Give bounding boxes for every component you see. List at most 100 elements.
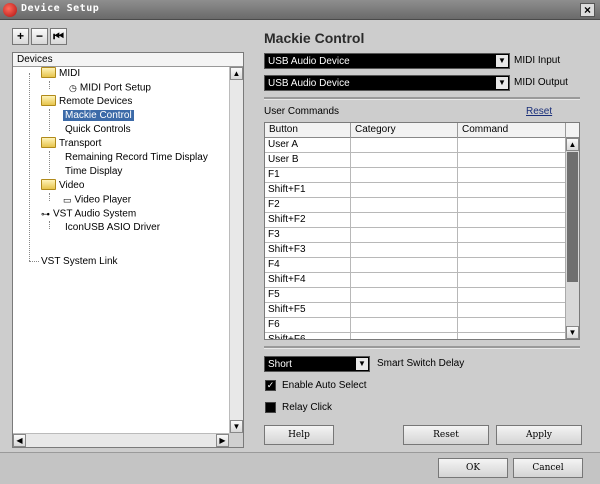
- table-row[interactable]: Shift+F3: [265, 243, 566, 258]
- panel-title: Mackie Control: [264, 30, 365, 46]
- category-cell[interactable]: [351, 318, 458, 333]
- command-cell[interactable]: [458, 288, 566, 303]
- table-row[interactable]: F4: [265, 258, 566, 273]
- tree-item-midi-port-setup[interactable]: ◷ MIDI Port Setup: [69, 81, 151, 95]
- button-cell: User A: [265, 138, 351, 153]
- remove-device-button[interactable]: −: [31, 28, 48, 45]
- table-vertical-scrollbar[interactable]: ▲ ▼: [565, 138, 579, 339]
- relay-click-checkbox[interactable]: [265, 402, 276, 413]
- reset-button[interactable]: Reset: [403, 425, 489, 445]
- table-row[interactable]: F6: [265, 318, 566, 333]
- midi-output-select[interactable]: USB Audio Device ▼: [264, 75, 510, 91]
- chevron-down-icon: ▼: [496, 77, 508, 89]
- ok-button[interactable]: OK: [438, 458, 508, 478]
- folder-icon: [41, 94, 56, 106]
- separator: [264, 346, 580, 349]
- table-row[interactable]: Shift+F5: [265, 303, 566, 318]
- command-cell[interactable]: [458, 213, 566, 228]
- user-commands-table: Button Category Command User A User B F1 Sh…: [264, 122, 580, 340]
- command-cell[interactable]: [458, 168, 566, 183]
- category-cell[interactable]: [351, 258, 458, 273]
- table-row[interactable]: User A: [265, 138, 566, 153]
- scroll-down-icon[interactable]: ▼: [566, 326, 579, 339]
- table-row[interactable]: F2: [265, 198, 566, 213]
- tree-item-time-display[interactable]: Time Display: [65, 165, 122, 179]
- tree-horizontal-scrollbar[interactable]: ◀ ▶: [13, 433, 229, 447]
- command-cell[interactable]: [458, 198, 566, 213]
- command-cell[interactable]: [458, 183, 566, 198]
- scroll-left-icon[interactable]: ◀: [13, 434, 26, 447]
- table-row[interactable]: Shift+F4: [265, 273, 566, 288]
- command-cell[interactable]: [458, 258, 566, 273]
- tree-item-vst-audio-system[interactable]: ⊶ VST Audio System: [41, 207, 136, 221]
- table-row[interactable]: Shift+F1: [265, 183, 566, 198]
- category-cell[interactable]: [351, 243, 458, 258]
- cancel-button[interactable]: Cancel: [513, 458, 583, 478]
- folder-icon: [41, 136, 56, 148]
- command-cell[interactable]: [458, 333, 566, 339]
- category-cell[interactable]: [351, 153, 458, 168]
- tree-item-remaining-record-time[interactable]: Remaining Record Time Display: [65, 151, 208, 165]
- category-cell[interactable]: [351, 333, 458, 339]
- column-header-category[interactable]: Category: [351, 123, 458, 138]
- tree-item-iconusb-asio-driver[interactable]: IconUSB ASIO Driver: [65, 221, 160, 235]
- category-cell[interactable]: [351, 168, 458, 183]
- table-row[interactable]: F5: [265, 288, 566, 303]
- smart-switch-delay-select[interactable]: Short ▼: [264, 356, 370, 372]
- reset-link[interactable]: Reset: [526, 106, 552, 117]
- category-cell[interactable]: [351, 303, 458, 318]
- table-row[interactable]: Shift+F2: [265, 213, 566, 228]
- button-cell: Shift+F4: [265, 273, 351, 288]
- category-cell[interactable]: [351, 228, 458, 243]
- command-cell[interactable]: [458, 303, 566, 318]
- scroll-up-icon[interactable]: ▲: [230, 67, 243, 80]
- category-cell[interactable]: [351, 288, 458, 303]
- tree-item-video[interactable]: Video: [41, 178, 84, 193]
- reset-device-button[interactable]: ⏮: [50, 28, 67, 45]
- tree-item-video-player[interactable]: ▭ Video Player: [63, 193, 131, 207]
- category-cell[interactable]: [351, 183, 458, 198]
- category-cell[interactable]: [351, 273, 458, 288]
- command-cell[interactable]: [458, 273, 566, 288]
- audio-icon: ⊶: [41, 209, 50, 219]
- table-row[interactable]: F1: [265, 168, 566, 183]
- tree-item-transport[interactable]: Transport: [41, 136, 101, 151]
- tree-item-vst-system-link[interactable]: VST System Link: [41, 255, 118, 269]
- close-button[interactable]: ×: [580, 3, 595, 17]
- tree-item-quick-controls[interactable]: Quick Controls: [65, 123, 131, 137]
- dialog-footer: [0, 452, 600, 484]
- category-cell[interactable]: [351, 198, 458, 213]
- scroll-down-icon[interactable]: ▼: [230, 420, 243, 433]
- add-device-button[interactable]: +: [12, 28, 29, 45]
- table-row[interactable]: User B: [265, 153, 566, 168]
- command-cell[interactable]: [458, 153, 566, 168]
- tree-vertical-scrollbar[interactable]: ▲ ▼: [229, 67, 243, 433]
- column-header-command[interactable]: Command: [458, 123, 566, 138]
- scroll-thumb[interactable]: [567, 152, 578, 282]
- apply-button[interactable]: Apply: [496, 425, 582, 445]
- category-cell[interactable]: [351, 138, 458, 153]
- relay-click-label: Relay Click: [282, 402, 333, 413]
- command-cell[interactable]: [458, 138, 566, 153]
- button-cell: F2: [265, 198, 351, 213]
- command-cell[interactable]: [458, 318, 566, 333]
- video-icon: ▭: [63, 195, 72, 205]
- midi-output-label: MIDI Output: [514, 77, 568, 88]
- window-title: Device Setup: [21, 3, 100, 14]
- column-header-button[interactable]: Button: [265, 123, 351, 138]
- tree-item-midi[interactable]: MIDI: [41, 67, 80, 81]
- midi-input-select[interactable]: USB Audio Device ▼: [264, 53, 510, 69]
- scroll-up-icon[interactable]: ▲: [566, 138, 579, 151]
- table-row[interactable]: Shift+F6: [265, 333, 566, 339]
- help-button[interactable]: Help: [264, 425, 334, 445]
- button-cell: F6: [265, 318, 351, 333]
- category-cell[interactable]: [351, 213, 458, 228]
- enable-auto-select-label: Enable Auto Select: [282, 380, 367, 391]
- enable-auto-select-checkbox[interactable]: ✓: [265, 380, 276, 391]
- tree-item-mackie-control[interactable]: Mackie Control: [63, 109, 134, 123]
- table-row[interactable]: F3: [265, 228, 566, 243]
- scroll-right-icon[interactable]: ▶: [216, 434, 229, 447]
- tree-item-remote-devices[interactable]: Remote Devices: [41, 94, 132, 109]
- command-cell[interactable]: [458, 228, 566, 243]
- command-cell[interactable]: [458, 243, 566, 258]
